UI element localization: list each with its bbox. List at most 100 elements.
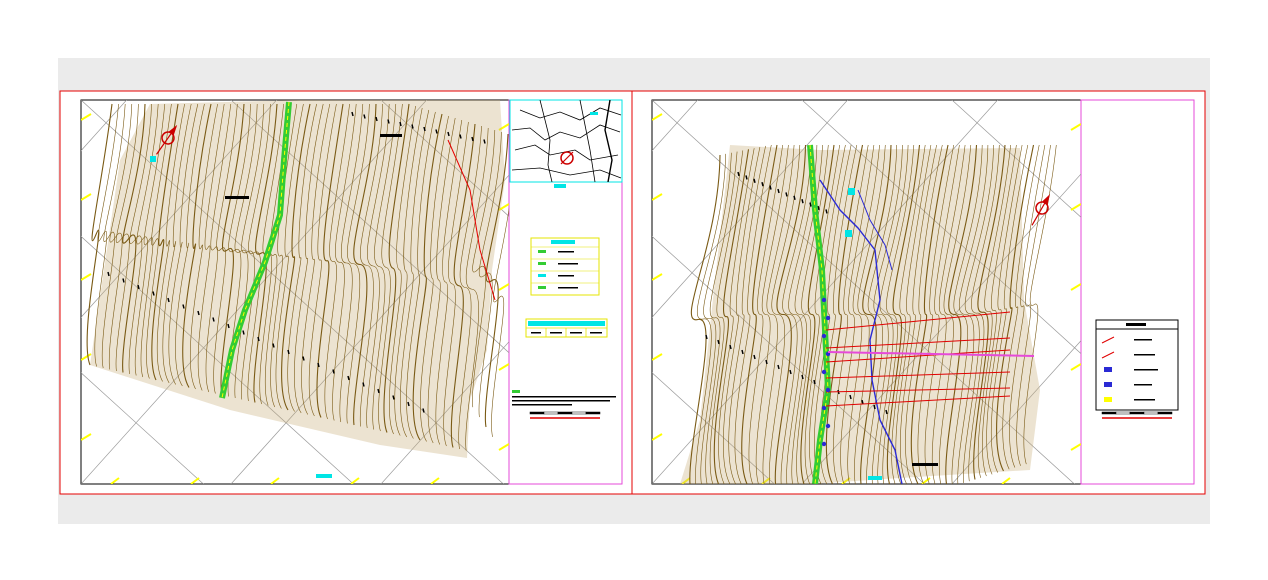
scale-bar-segment xyxy=(557,411,573,415)
spot-elevation-tick xyxy=(152,291,155,296)
spot-elevation-tick xyxy=(785,192,788,197)
spot-elevation-tick xyxy=(377,388,380,394)
spot-elevation-tick xyxy=(737,171,740,177)
spot-elevation-tick xyxy=(793,195,796,200)
spot-elevation-tick xyxy=(817,205,820,211)
spot-elevation-tick xyxy=(107,271,110,277)
spot-elevation-tick xyxy=(411,124,414,129)
river-station-marker xyxy=(821,441,827,447)
spot-elevation-tick xyxy=(407,401,410,407)
legend-text-block xyxy=(1134,369,1158,371)
legend-text-block xyxy=(1134,339,1152,341)
scale-bar-segment xyxy=(1115,411,1131,415)
grid-tick xyxy=(499,524,509,530)
spot-elevation-tick xyxy=(332,369,335,374)
legend-text-block xyxy=(1134,384,1152,386)
spot-elevation-tick xyxy=(753,178,756,183)
spot-elevation-tick xyxy=(789,369,792,375)
river-station-marker xyxy=(825,387,831,393)
spot-elevation-tick xyxy=(849,394,852,400)
river-station-marker xyxy=(825,315,831,321)
spot-elevation-tick xyxy=(745,175,748,180)
spot-elevation-tick xyxy=(447,131,450,137)
spot-elevation-tick xyxy=(272,343,275,348)
legend-text-block xyxy=(558,263,578,265)
spot-elevation-tick xyxy=(741,349,744,355)
spot-elevation-tick xyxy=(729,344,732,350)
sheet-2-viewport-title-tag xyxy=(868,476,882,480)
grid-tick xyxy=(1071,524,1081,530)
scale-bar-segment xyxy=(1101,411,1117,415)
spot-elevation-tick xyxy=(861,399,864,405)
legend-text-block xyxy=(1134,399,1155,401)
spot-elevation-tick xyxy=(765,359,768,365)
sheet-2-legend xyxy=(1095,319,1179,411)
sheet-2-cyan-tag-2 xyxy=(845,230,852,237)
spot-elevation-tick xyxy=(435,129,438,134)
spot-elevation-tick xyxy=(769,185,772,190)
spot-elevation-tick xyxy=(351,111,354,117)
sheet-2-cyan-tag-1 xyxy=(848,188,855,195)
scale-bar-segment xyxy=(585,411,601,415)
spot-elevation-tick xyxy=(801,199,804,204)
legend-text-block xyxy=(558,287,578,289)
legend-text-block xyxy=(558,275,574,277)
sheet-2-label-block xyxy=(912,463,938,466)
spot-elevation-tick xyxy=(122,278,125,283)
sheet-1-cyan-tag xyxy=(150,156,156,162)
scale-bar-segment xyxy=(1157,411,1173,415)
spot-elevation-tick xyxy=(813,379,816,385)
spot-elevation-tick xyxy=(242,330,245,335)
spot-elevation-tick xyxy=(317,362,320,368)
legend-swatch-icon xyxy=(538,274,546,277)
spot-elevation-tick xyxy=(753,354,756,360)
river-station-marker xyxy=(821,405,827,411)
spot-elevation-tick xyxy=(257,336,260,342)
spot-elevation-tick xyxy=(717,339,720,345)
spot-elevation-tick xyxy=(302,356,305,361)
legend-text-block xyxy=(558,251,574,253)
legend-swatch-icon xyxy=(1104,367,1112,372)
spot-elevation-tick xyxy=(873,404,876,410)
legend-text-block xyxy=(1134,354,1155,356)
spot-elevation-tick xyxy=(182,304,185,309)
grid-line xyxy=(0,100,53,484)
spot-elevation-tick xyxy=(483,139,486,144)
grid-line xyxy=(1252,100,1268,484)
spot-elevation-tick xyxy=(392,395,395,400)
spot-elevation-tick xyxy=(801,374,804,380)
spot-elevation-tick xyxy=(167,297,170,303)
spot-elevation-tick xyxy=(422,408,425,413)
sheet-1-viewport-title-tag xyxy=(316,474,332,478)
spot-elevation-tick xyxy=(362,382,365,387)
sheet-1-label-block xyxy=(225,196,249,199)
spot-elevation-tick xyxy=(777,364,780,370)
spot-elevation-tick xyxy=(363,114,366,119)
spot-elevation-tick xyxy=(471,136,474,142)
spot-elevation-tick xyxy=(212,317,215,322)
sheet-2-title-block xyxy=(1080,99,1195,485)
legend-swatch-icon xyxy=(538,250,546,253)
scale-bar-segment xyxy=(529,411,545,415)
grid-line xyxy=(1252,100,1268,484)
legend-swatch-icon xyxy=(1104,397,1112,402)
spot-elevation-tick xyxy=(825,209,828,214)
legend-swatch-icon xyxy=(538,262,546,265)
scale-bar-segment xyxy=(1143,411,1159,415)
legend-swatch-icon xyxy=(538,286,546,289)
scale-bar-segment xyxy=(543,411,559,415)
spot-elevation-tick xyxy=(885,409,888,415)
sheet-1-location-map-icon xyxy=(509,99,623,188)
legend-swatch-icon xyxy=(1104,382,1112,387)
spot-elevation-tick xyxy=(137,284,140,290)
spot-elevation-tick xyxy=(375,116,378,122)
sheet-1-label-block-2 xyxy=(380,134,402,137)
river-station-marker xyxy=(825,423,831,429)
spot-elevation-tick xyxy=(197,310,200,316)
spot-elevation-tick xyxy=(423,126,426,132)
scale-bar-segment xyxy=(1129,411,1145,415)
spot-elevation-tick xyxy=(227,323,230,329)
spot-elevation-tick xyxy=(777,188,780,194)
river-station-marker xyxy=(821,369,827,375)
spot-elevation-tick xyxy=(399,121,402,127)
